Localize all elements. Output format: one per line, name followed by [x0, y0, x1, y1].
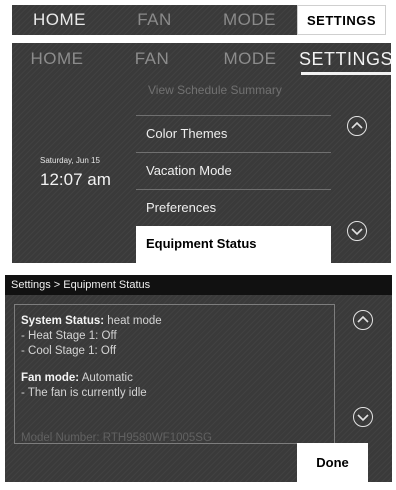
heat-stage-line: - Heat Stage 1: Off [21, 330, 117, 342]
tab-fan[interactable]: FAN [107, 43, 197, 75]
fan-mode-value: Automatic [81, 372, 133, 384]
cool-stage-line: - Cool Stage 1: Off [21, 345, 117, 357]
settings-screen: HOME FAN MODE SETTINGS Saturday, Jun 15 … [12, 43, 393, 263]
breadcrumb: Settings > Equipment Status [5, 275, 392, 295]
menu-item-vacation-mode[interactable]: Vacation Mode [136, 152, 331, 188]
tab-mode[interactable]: MODE [202, 5, 297, 35]
menu-item-view-schedule-summary[interactable]: View Schedule Summary [148, 85, 318, 103]
tab-home[interactable]: HOME [12, 5, 107, 35]
system-status-label: System Status: [21, 315, 105, 327]
fan-mode-label: Fan mode: [21, 372, 80, 384]
tab-fan[interactable]: FAN [107, 5, 202, 35]
scroll-up-button[interactable] [347, 116, 367, 136]
fan-mode-line: Fan mode: Automatic [21, 372, 133, 384]
status-info-box: System Status: heat mode - Heat Stage 1:… [14, 304, 335, 444]
chevron-down-icon [351, 228, 363, 236]
chevron-up-icon [351, 121, 363, 129]
tab-settings[interactable]: SETTINGS [299, 43, 393, 75]
system-status-value: heat mode [107, 315, 162, 327]
fan-state-line: - The fan is currently idle [21, 387, 147, 399]
menu-item-equipment-status[interactable]: Equipment Status [136, 226, 331, 263]
scroll-down-button[interactable] [353, 407, 373, 427]
model-number-line: Model Number: RTH9580WF1005SG [21, 432, 212, 444]
tab-settings[interactable]: SETTINGS [297, 5, 386, 35]
date-label: Saturday, Jun 15 [40, 156, 100, 165]
settings-tab-bar: HOME FAN MODE SETTINGS [12, 43, 393, 75]
menu-item-color-themes[interactable]: Color Themes [136, 115, 331, 151]
tab-home[interactable]: HOME [12, 43, 102, 75]
scroll-down-button[interactable] [347, 221, 367, 241]
scroll-up-button[interactable] [353, 310, 373, 330]
chevron-down-icon [357, 414, 369, 422]
equipment-status-screen: Settings > Equipment Status System Statu… [5, 275, 392, 482]
active-tab-underline [301, 72, 391, 75]
done-button[interactable]: Done [297, 443, 368, 482]
menu-item-preferences[interactable]: Preferences [136, 189, 331, 225]
tab-mode[interactable]: MODE [205, 43, 295, 75]
chevron-up-icon [357, 315, 369, 323]
system-status-line: System Status: heat mode [21, 315, 162, 327]
time-label: 12:07 am [40, 170, 111, 189]
top-tab-bar: HOME FAN MODE SETTINGS [12, 5, 386, 35]
